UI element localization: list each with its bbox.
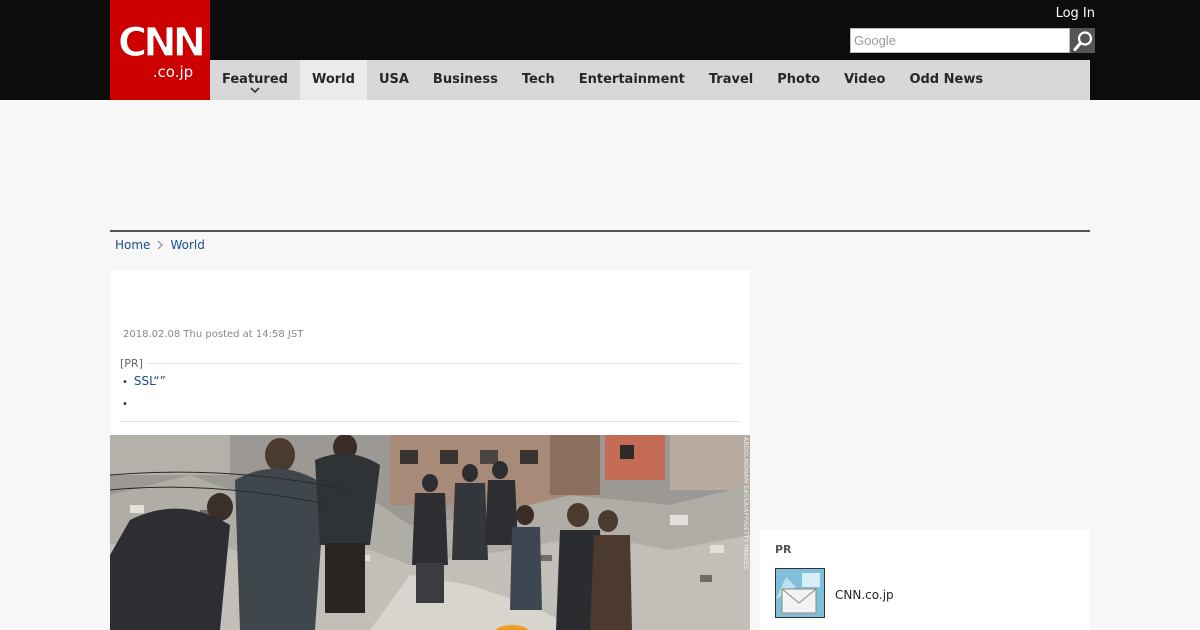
nav-item-entertainment[interactable]: Entertainment bbox=[567, 60, 697, 100]
nav-item-usa[interactable]: USA bbox=[367, 60, 421, 100]
pr-label: [PR] bbox=[120, 357, 147, 370]
logo-main-text: CNN bbox=[117, 20, 207, 66]
nav-item-business[interactable]: Business bbox=[421, 60, 510, 100]
article-card: 2018.02.08 Thu posted at 14:58 JST [PR] … bbox=[110, 270, 750, 630]
chevron-right-icon bbox=[157, 240, 164, 250]
sidebar-pr-box: PR CNN.co.jp bbox=[760, 530, 1090, 630]
nav-item-label: Business bbox=[432, 72, 498, 87]
nav-item-video[interactable]: Video bbox=[832, 60, 897, 100]
sidebar-pr-label: PR bbox=[775, 543, 792, 556]
cnn-logo[interactable]: CNN .co.jp bbox=[110, 0, 210, 100]
nav-item-label: Travel bbox=[708, 72, 754, 87]
bullet-icon: • bbox=[122, 399, 128, 410]
main-nav: Featured World USA Business Tech Enterta… bbox=[210, 60, 1090, 100]
nav-item-label: Featured bbox=[222, 72, 288, 87]
posted-timestamp: 2018.02.08 Thu posted at 14:58 JST bbox=[123, 329, 304, 340]
breadcrumb-home[interactable]: Home bbox=[115, 238, 150, 252]
nav-item-label: Video bbox=[844, 72, 886, 87]
nav-item-photo[interactable]: Photo bbox=[765, 60, 832, 100]
bullet-icon: • bbox=[122, 377, 128, 388]
nav-item-featured[interactable]: Featured bbox=[210, 60, 300, 100]
breadcrumb: Home World bbox=[115, 238, 205, 252]
sidebar-pr-item-text[interactable]: CNN.co.jp bbox=[835, 588, 894, 602]
ad-banner-area bbox=[110, 100, 1090, 230]
nav-item-travel[interactable]: Travel bbox=[697, 60, 765, 100]
search-bar bbox=[850, 28, 1095, 53]
chevron-down-icon bbox=[250, 87, 260, 94]
pr-links-box: [PR] • SSL“” • bbox=[120, 357, 740, 422]
pr-link-row: • bbox=[122, 396, 134, 410]
nav-item-world[interactable]: World bbox=[299, 60, 367, 100]
nav-item-label: Odd News bbox=[909, 72, 984, 87]
breadcrumb-world[interactable]: World bbox=[170, 238, 204, 252]
nav-item-label: Photo bbox=[777, 72, 821, 87]
nav-item-label: Tech bbox=[521, 72, 555, 87]
pr-link-row: • SSL“” bbox=[122, 374, 166, 388]
section-divider bbox=[110, 230, 1090, 232]
nav-item-odd-news[interactable]: Odd News bbox=[897, 60, 995, 100]
logo-sub-text: .co.jp bbox=[152, 63, 194, 81]
nav-item-label: World bbox=[311, 72, 355, 87]
search-input[interactable] bbox=[850, 28, 1070, 53]
article-photo: ABDULMONAM EASSA/AFP/GETTY IMAGES bbox=[110, 435, 750, 630]
nav-item-tech[interactable]: Tech bbox=[510, 60, 567, 100]
search-icon bbox=[1073, 30, 1092, 51]
nav-item-label: USA bbox=[378, 72, 409, 87]
sidebar-pr-thumbnail[interactable] bbox=[775, 568, 825, 618]
envelope-icon bbox=[776, 569, 824, 617]
photo-credit: ABDULMONAM EASSA/AFP/GETTY IMAGES bbox=[742, 437, 749, 570]
login-link[interactable]: Log In bbox=[1056, 6, 1095, 21]
nav-item-label: Entertainment bbox=[578, 72, 685, 87]
photo-rubble-scene bbox=[110, 435, 750, 630]
pr-link[interactable]: SSL“” bbox=[134, 374, 166, 388]
search-button[interactable] bbox=[1070, 28, 1095, 53]
